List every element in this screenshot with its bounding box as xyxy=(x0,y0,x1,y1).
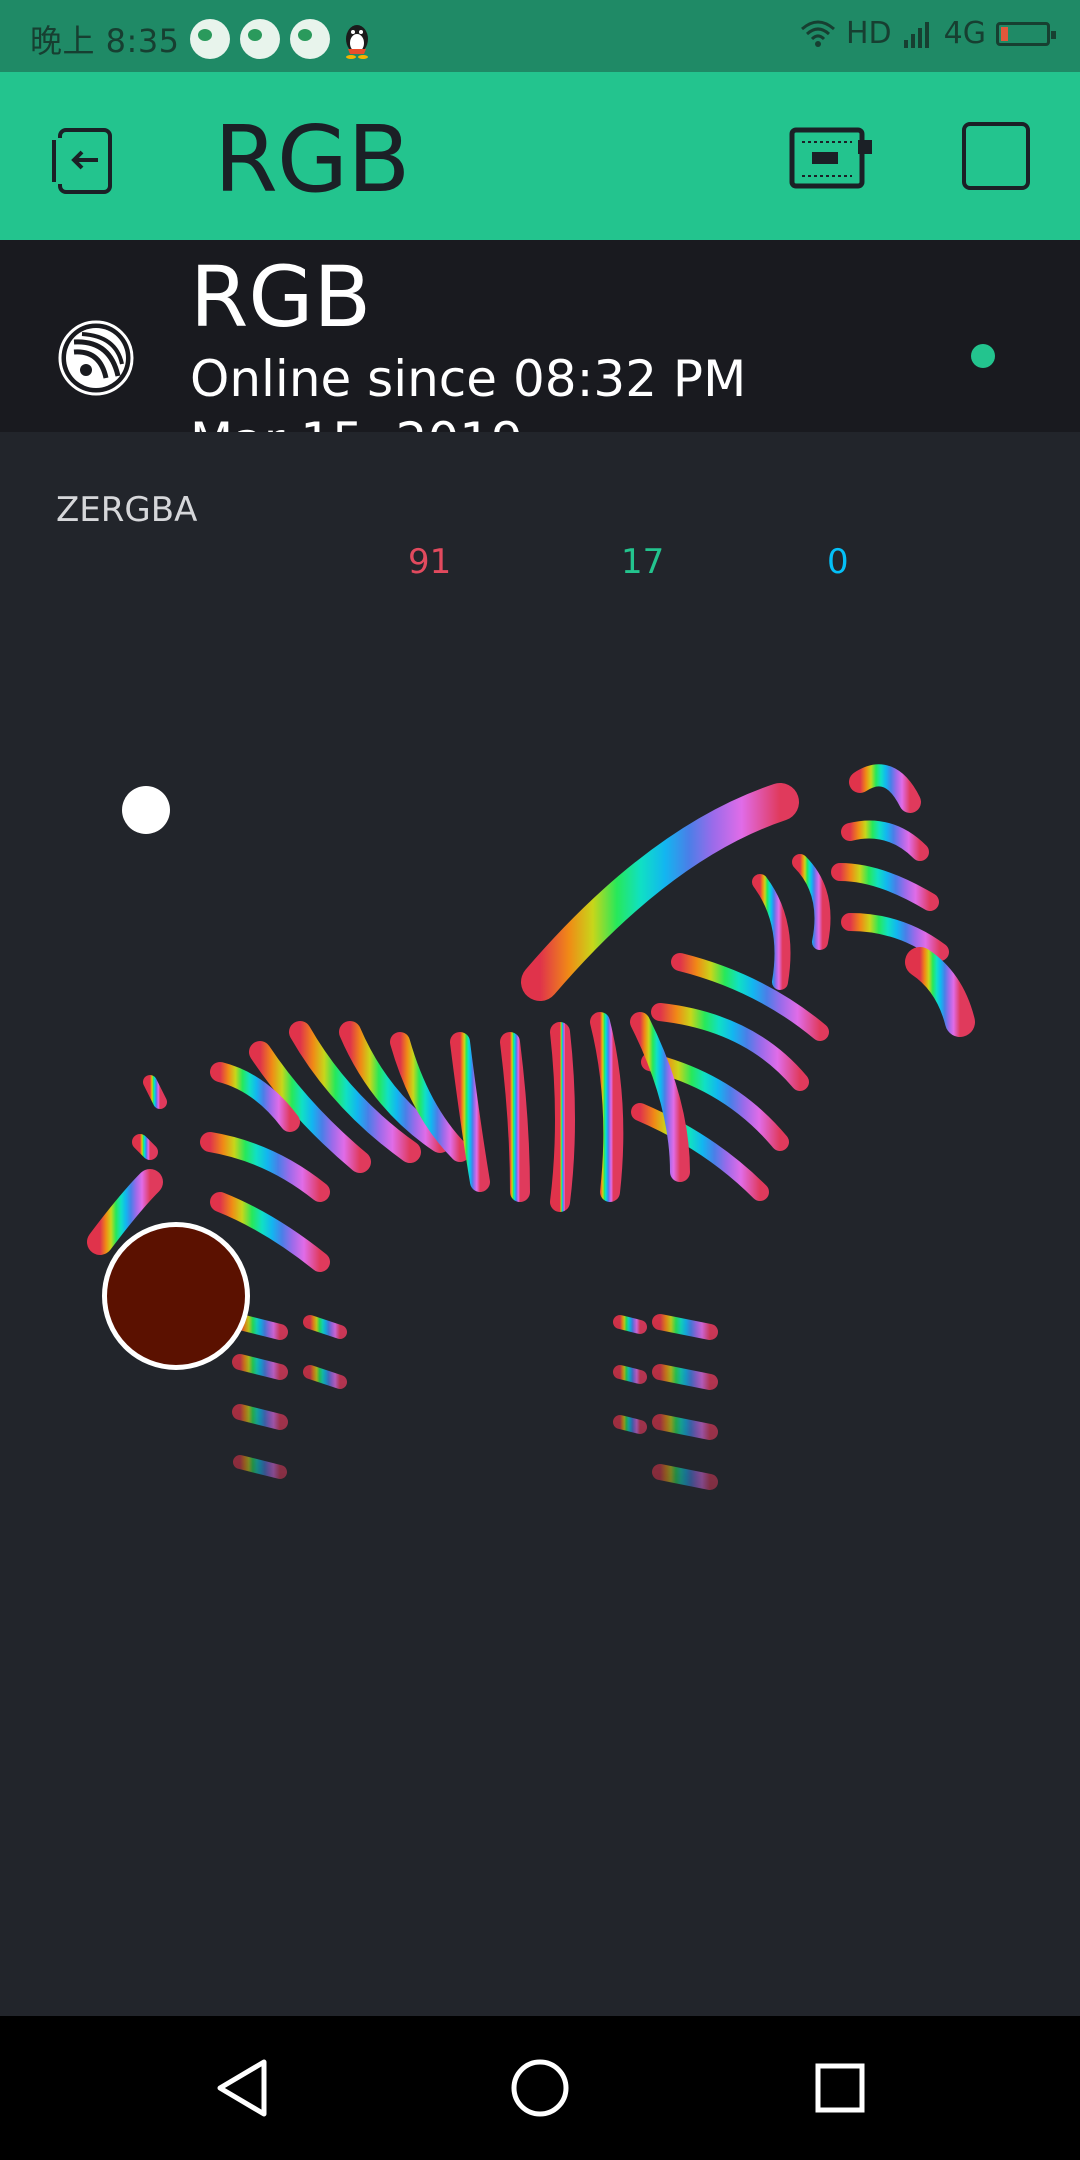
esp-wifi-icon xyxy=(58,320,134,396)
color-picker-handle[interactable] xyxy=(102,1222,250,1370)
status-time: 晚上 8:35 xyxy=(30,22,180,60)
zebra-color-wheel[interactable] xyxy=(60,722,1020,1662)
wechat-icon xyxy=(189,19,230,59)
home-circle-icon[interactable] xyxy=(508,2056,572,2120)
device-header: RGB Online since 08:32 PM Mar 15, 2019 xyxy=(0,240,1080,432)
blue-value: 0 xyxy=(827,542,849,582)
network-label: 4G xyxy=(943,16,986,51)
app-toolbar: RGB xyxy=(0,72,1080,240)
hd-label: HD xyxy=(845,16,892,51)
wechat-icon xyxy=(239,19,280,59)
wechat-icon xyxy=(289,19,330,59)
exit-icon[interactable] xyxy=(46,122,122,198)
status-right: HD 4G xyxy=(800,16,1056,51)
battery-icon xyxy=(996,21,1056,46)
status-left: 晚上 8:35 xyxy=(30,16,374,62)
back-triangle-icon[interactable] xyxy=(210,2056,274,2120)
recents-square-icon[interactable] xyxy=(808,2056,872,2120)
device-status: Online since 08:32 PM Mar 15, 2019 xyxy=(190,350,747,432)
status-bar: 晚上 8:35 HD 4G xyxy=(0,0,1080,72)
widget-label: ZERGBA xyxy=(56,490,198,530)
red-value: 91 xyxy=(408,542,452,582)
wifi-icon xyxy=(800,20,835,47)
toolbar-title: RGB xyxy=(214,106,410,213)
battery-level xyxy=(1001,26,1008,41)
zergba-widget: ZERGBA 91 17 0 xyxy=(0,432,1080,2016)
green-value: 17 xyxy=(621,542,665,582)
signal-icon xyxy=(903,21,929,48)
brightness-handle[interactable] xyxy=(122,786,170,834)
device-name: RGB xyxy=(190,248,372,346)
stop-square-icon[interactable] xyxy=(962,122,1030,190)
device-board-icon[interactable] xyxy=(788,122,874,196)
online-status-dot xyxy=(971,344,995,368)
qq-icon xyxy=(345,25,368,59)
navigation-bar xyxy=(0,2016,1080,2160)
